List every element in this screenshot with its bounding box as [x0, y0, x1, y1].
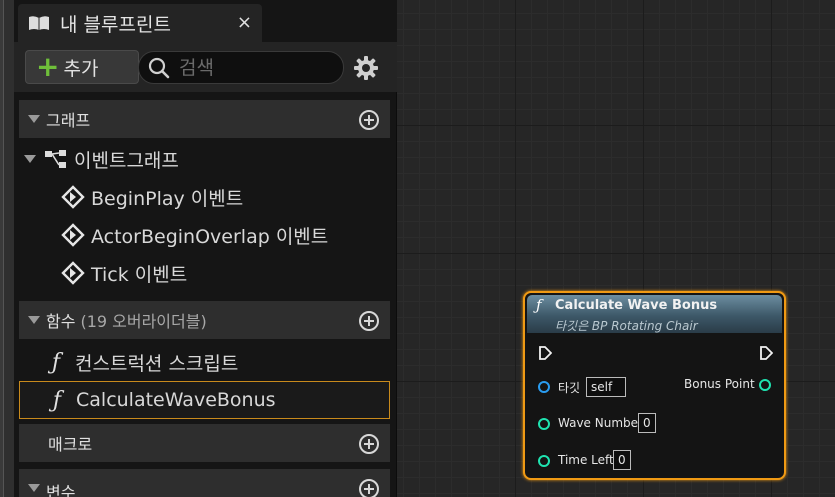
time-left-value[interactable]: 0 — [613, 450, 631, 470]
tree-label: 이벤트그래프 — [74, 149, 179, 172]
tree-item-tick[interactable]: Tick 이벤트 — [19, 254, 390, 292]
search-box — [138, 51, 344, 84]
tree-label: ActorBeginOverlap 이벤트 — [91, 225, 329, 248]
event-diamond-icon — [61, 261, 85, 285]
book-icon — [29, 16, 49, 30]
add-function-icon[interactable] — [358, 310, 380, 332]
section-functions-label: 함수 — [46, 312, 76, 331]
add-variable-icon[interactable] — [358, 478, 380, 497]
tree-item-actorbeginoverlap[interactable]: ActorBeginOverlap 이벤트 — [19, 216, 390, 254]
collapse-arrow-icon[interactable] — [28, 316, 40, 324]
collapse-arrow-icon[interactable] — [24, 155, 36, 163]
tab-bar: 내 블루프린트 × — [14, 0, 397, 42]
section-functions[interactable]: 함수 (19 오버라이더블) — [19, 301, 390, 339]
node-subtitle: 타깃은 BP Rotating Chair — [555, 319, 698, 333]
target-pin[interactable] — [538, 381, 550, 393]
tree-item-beginplay[interactable]: BeginPlay 이벤트 — [19, 178, 390, 216]
exec-in-pin-icon[interactable] — [538, 346, 552, 360]
close-icon[interactable]: × — [237, 12, 252, 33]
tree-item-construction-script[interactable]: ƒ 컨스트럭션 스크립트 — [19, 343, 390, 381]
wave-number-pin[interactable] — [538, 418, 550, 430]
exec-out-pin-icon[interactable] — [759, 346, 773, 360]
tree-label: BeginPlay 이벤트 — [91, 187, 244, 210]
section-variables-label: 변수 — [46, 483, 76, 497]
event-diamond-icon — [61, 185, 85, 209]
section-graph-label: 그래프 — [46, 111, 91, 130]
tree-item-calculate-wave-bonus[interactable]: ƒ CalculateWaveBonus — [19, 381, 390, 419]
bonus-point-label: Bonus Point — [684, 377, 755, 391]
function-node[interactable]: ƒ Calculate Wave Bonus 타깃은 BP Rotating C… — [523, 291, 786, 480]
toolbar: + 추가 — [14, 42, 397, 92]
add-button[interactable]: + 추가 — [25, 50, 139, 84]
section-graph[interactable]: 그래프 — [19, 100, 390, 138]
plus-icon: + — [36, 50, 60, 83]
tree-label: CalculateWaveBonus — [76, 389, 276, 411]
left-viewport-strip — [0, 0, 14, 497]
bonus-point-pin[interactable] — [759, 379, 771, 391]
my-blueprint-panel: 내 블루프린트 × + 추가 검색 그래프 이벤트그래프 BeginPlay 이… — [14, 0, 397, 497]
section-variables[interactable]: 변수 — [19, 469, 390, 497]
gear-icon[interactable] — [353, 55, 379, 81]
target-value[interactable]: self — [586, 377, 626, 397]
time-left-label: Time Left — [558, 453, 614, 467]
overridable-count: (19 오버라이더블) — [80, 312, 207, 331]
collapse-arrow-icon[interactable] — [28, 484, 40, 492]
section-macros[interactable]: 매크로 — [19, 424, 390, 462]
node-title: Calculate Wave Bonus — [555, 298, 718, 313]
event-graph-icon — [45, 150, 66, 168]
wave-number-value[interactable]: 0 — [638, 413, 656, 433]
add-macro-icon[interactable] — [358, 433, 380, 455]
tree-label: 컨스트럭션 스크립트 — [75, 352, 239, 375]
tab-my-blueprint[interactable]: 내 블루프린트 × — [18, 4, 262, 42]
add-graph-icon[interactable] — [358, 109, 380, 131]
tab-title: 내 블루프린트 — [60, 13, 171, 36]
wave-number-label: Wave Number — [558, 416, 643, 430]
search-input[interactable] — [179, 56, 329, 79]
function-icon: ƒ — [536, 296, 542, 314]
function-icon: ƒ — [52, 387, 62, 413]
target-pin-label: 타깃 — [558, 381, 581, 395]
section-macros-label: 매크로 — [48, 435, 93, 454]
tree-label: Tick 이벤트 — [91, 263, 188, 286]
function-override-icon: ƒ — [51, 349, 61, 375]
add-button-label: 추가 — [63, 57, 99, 80]
tree-item-event-graph[interactable]: 이벤트그래프 — [19, 140, 390, 178]
time-left-pin[interactable] — [538, 455, 550, 467]
viewport-frame — [3, 0, 14, 497]
collapse-arrow-icon[interactable] — [28, 115, 40, 123]
event-diamond-icon — [61, 223, 85, 247]
search-icon — [148, 57, 170, 78]
node-header[interactable]: ƒ Calculate Wave Bonus 타깃은 BP Rotating C… — [527, 295, 782, 333]
